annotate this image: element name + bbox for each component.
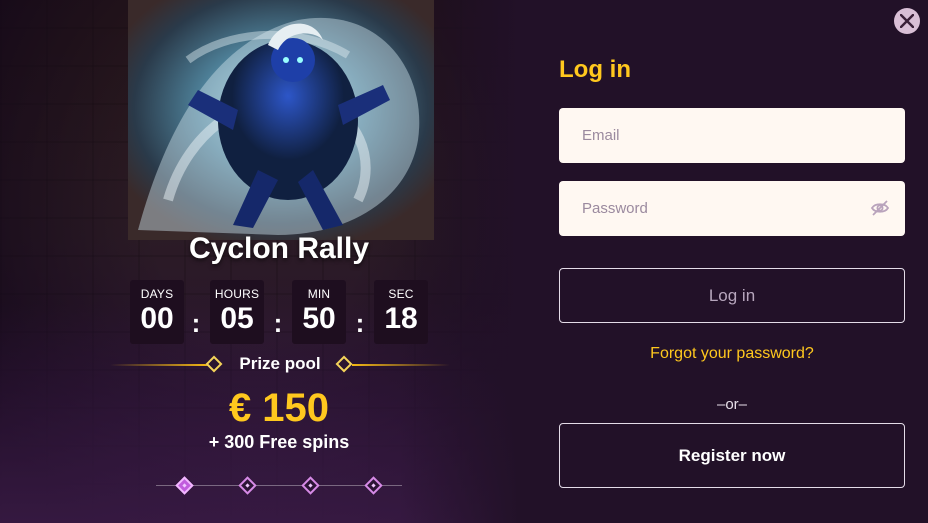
countdown-minutes-label: MIN [307,287,331,301]
password-field [559,181,905,236]
countdown-separator: : [273,308,283,338]
countdown-hours-label: HOURS [214,287,260,301]
countdown-hours-value: 05 [220,302,254,335]
countdown-days-value: 00 [140,302,174,335]
countdown-seconds-label: SEC [388,287,414,301]
forgot-password-link[interactable]: Forgot your password? [559,345,905,363]
login-button[interactable]: Log in [559,268,905,323]
login-modal: Cyclon Rally DAYS 00 : HOURS 05 : MIN 50… [0,0,928,523]
divider-line [352,364,450,366]
prize-extra: + 300 Free spins [208,432,350,452]
countdown-separator: : [355,308,365,338]
email-field [559,108,905,163]
countdown-minutes: MIN 50 [292,280,346,344]
countdown-timer: DAYS 00 : HOURS 05 : MIN 50 : SEC 18 [128,280,428,344]
promo-carousel-pager [156,475,402,497]
close-button[interactable] [894,8,920,34]
prize-pool-heading: Prize pool [110,354,450,376]
promo-panel: Cyclon Rally DAYS 00 : HOURS 05 : MIN 50… [0,0,520,523]
pager-dot[interactable] [175,476,194,495]
register-button[interactable]: Register now [559,423,905,488]
email-input[interactable] [559,108,905,163]
pager-dot[interactable] [238,476,257,495]
divider-line [110,364,208,366]
prize-pool-label: Prize pool [239,354,321,373]
eye-slash-icon[interactable] [870,200,890,216]
or-divider: –or– [716,396,748,413]
password-input[interactable] [559,181,905,236]
countdown-days: DAYS 00 [130,280,184,344]
countdown-seconds-value: 18 [384,302,418,335]
close-icon [900,14,914,28]
event-title: Cyclon Rally [188,232,370,265]
countdown-seconds: SEC 18 [374,280,428,344]
login-panel: Log in Log in Forgot your password? –or–… [520,0,928,523]
countdown-days-label: DAYS [140,287,174,301]
countdown-hours: HOURS 05 [210,280,264,344]
event-hero-image [128,0,434,240]
prize-amount: € 150 [228,386,330,430]
countdown-minutes-value: 50 [302,302,336,335]
pager-dot[interactable] [301,476,320,495]
login-title: Log in [559,56,631,83]
countdown-separator: : [191,308,201,338]
pager-dot[interactable] [364,476,383,495]
